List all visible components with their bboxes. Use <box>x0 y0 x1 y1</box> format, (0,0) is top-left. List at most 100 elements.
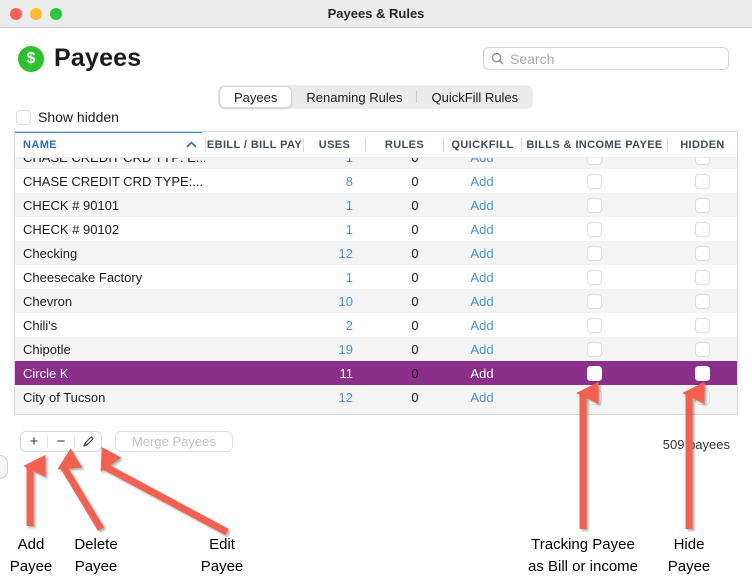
quickfill-add-link[interactable]: Add <box>443 361 521 385</box>
table-row[interactable]: Cheesecake Factory 1 0 Add <box>15 265 737 289</box>
delete-payee-button[interactable]: − <box>48 432 74 451</box>
uses-count-link[interactable]: 1 <box>303 158 365 169</box>
tab-quickfill-rules[interactable]: QuickFill Rules <box>417 86 532 108</box>
hidden-checkbox[interactable] <box>695 390 710 405</box>
uses-count-link[interactable]: 12 <box>303 385 365 409</box>
bills-income-payee-checkbox[interactable] <box>587 198 602 213</box>
quickfill-add-link[interactable]: Add <box>443 385 521 409</box>
table-row[interactable]: CHECK # 90102 1 0 Add <box>15 217 737 241</box>
payees-table: NAME EBILL / BILL PAY USES RULES QUICKFI… <box>14 131 738 415</box>
bills-income-payee-checkbox[interactable] <box>587 366 602 381</box>
bills-income-payee-checkbox[interactable] <box>587 342 602 357</box>
bills-income-payee-checkbox[interactable] <box>587 270 602 285</box>
uses-count-link[interactable]: 10 <box>303 289 365 313</box>
table-row[interactable]: City of Tucson 12 0 Add <box>15 385 737 409</box>
hidden-checkbox[interactable] <box>695 270 710 285</box>
column-header-ebill[interactable]: EBILL / BILL PAY <box>205 138 303 152</box>
table-row[interactable]: CHECK # 90101 1 0 Add <box>15 193 737 217</box>
quickfill-add-link[interactable]: Add <box>443 169 521 193</box>
quickfill-add-link[interactable]: Add <box>443 217 521 241</box>
zoom-button[interactable] <box>50 8 62 20</box>
hidden-checkbox[interactable] <box>695 318 710 333</box>
quickfill-add-link[interactable]: Add <box>443 265 521 289</box>
ebill-cell <box>205 193 303 217</box>
quickfill-add-link[interactable]: Add <box>443 289 521 313</box>
hidden-checkbox[interactable] <box>695 366 710 381</box>
bills-income-payee-checkbox[interactable] <box>587 246 602 261</box>
uses-count-link[interactable]: 2 <box>303 313 365 337</box>
table-row[interactable]: Circle K 11 0 Add <box>15 361 737 385</box>
quickfill-add-link[interactable]: Add <box>443 158 521 169</box>
rules-count-cell: 0 <box>365 337 443 361</box>
payee-name-cell: Chevron <box>15 289 205 313</box>
delete-payee-arrow <box>63 466 101 529</box>
table-bottom-strip <box>15 409 737 414</box>
hidden-checkbox[interactable] <box>695 198 710 213</box>
uses-count-link[interactable]: 1 <box>303 193 365 217</box>
tab-renaming-rules[interactable]: Renaming Rules <box>292 86 416 108</box>
window-titlebar: Payees & Rules <box>0 0 752 28</box>
show-hidden-label: Show hidden <box>38 109 119 125</box>
hidden-checkbox[interactable] <box>695 294 710 309</box>
table-row[interactable]: CHASE CREDIT CRD TYP: E... 1 0 Add <box>15 158 737 169</box>
hidden-checkbox[interactable] <box>695 174 710 189</box>
close-button[interactable] <box>10 8 22 20</box>
uses-count-link[interactable]: 1 <box>303 265 365 289</box>
hidden-checkbox[interactable] <box>695 246 710 261</box>
show-hidden-checkbox[interactable] <box>16 110 31 125</box>
rules-count-cell: 0 <box>365 217 443 241</box>
table-row[interactable]: CHASE CREDIT CRD TYPE:... 8 0 Add <box>15 169 737 193</box>
column-header-quickfill[interactable]: QUICKFILL <box>443 138 521 152</box>
quickfill-add-link[interactable]: Add <box>443 241 521 265</box>
ebill-cell <box>205 217 303 241</box>
table-row[interactable]: Chevron 10 0 Add <box>15 289 737 313</box>
uses-count-link[interactable]: 8 <box>303 169 365 193</box>
column-header-bills-income[interactable]: BILLS & INCOME PAYEE <box>521 138 667 152</box>
uses-count-link[interactable]: 1 <box>303 217 365 241</box>
bills-income-payee-checkbox[interactable] <box>587 158 602 165</box>
quickfill-add-link[interactable]: Add <box>443 337 521 361</box>
payee-name-cell: CHECK # 90101 <box>15 193 205 217</box>
search-field[interactable] <box>483 47 729 70</box>
minimize-button[interactable] <box>30 8 42 20</box>
tab-bar: Payees Renaming Rules QuickFill Rules <box>218 85 533 109</box>
ebill-cell <box>205 158 303 169</box>
uses-count-link[interactable]: 11 <box>303 361 365 385</box>
payee-name-cell: Chipotle <box>15 337 205 361</box>
table-row[interactable]: Chili's 2 0 Add <box>15 313 737 337</box>
column-header-name[interactable]: NAME <box>15 138 205 152</box>
uses-count-link[interactable]: 12 <box>303 241 365 265</box>
uses-count-link[interactable]: 19 <box>303 337 365 361</box>
search-input[interactable] <box>510 51 721 67</box>
sort-ascending-icon <box>186 141 197 148</box>
ebill-cell <box>205 241 303 265</box>
table-rows: CHASE CREDIT CRD TYPE:... 8 0 Add CHECK … <box>15 169 737 409</box>
column-header-uses[interactable]: USES <box>303 138 365 152</box>
edit-payee-button[interactable] <box>75 432 101 451</box>
payee-name-cell: CHASE CREDIT CRD TYPE:... <box>15 169 205 193</box>
tab-payees[interactable]: Payees <box>219 86 292 108</box>
merge-payees-button[interactable]: Merge Payees <box>115 431 233 452</box>
scrolled-partial-row: CHASE CREDIT CRD TYP: E... 1 0 Add <box>15 158 737 169</box>
bills-income-payee-checkbox[interactable] <box>587 318 602 333</box>
annotation-tracking-payee: Tracking Payeeas Bill or income <box>513 534 653 578</box>
quickfill-add-link[interactable]: Add <box>443 313 521 337</box>
annotation-edit-payee: EditPayee <box>192 534 252 578</box>
add-payee-button[interactable]: + <box>21 432 47 451</box>
bills-income-payee-checkbox[interactable] <box>587 294 602 309</box>
payee-name-cell: Chili's <box>15 313 205 337</box>
hidden-checkbox[interactable] <box>695 342 710 357</box>
column-header-hidden[interactable]: HIDDEN <box>667 138 737 152</box>
hidden-checkbox[interactable] <box>695 222 710 237</box>
page-title: Payees <box>54 44 141 73</box>
bills-income-payee-checkbox[interactable] <box>587 390 602 405</box>
table-row[interactable]: Checking 12 0 Add <box>15 241 737 265</box>
column-header-rules[interactable]: RULES <box>365 138 443 152</box>
quickfill-add-link[interactable]: Add <box>443 193 521 217</box>
bills-income-payee-checkbox[interactable] <box>587 174 602 189</box>
bills-income-payee-checkbox[interactable] <box>587 222 602 237</box>
edit-payee-arrow <box>104 466 227 532</box>
payee-count: 509 payees <box>663 437 730 452</box>
table-row[interactable]: Chipotle 19 0 Add <box>15 337 737 361</box>
hidden-checkbox[interactable] <box>695 158 710 165</box>
